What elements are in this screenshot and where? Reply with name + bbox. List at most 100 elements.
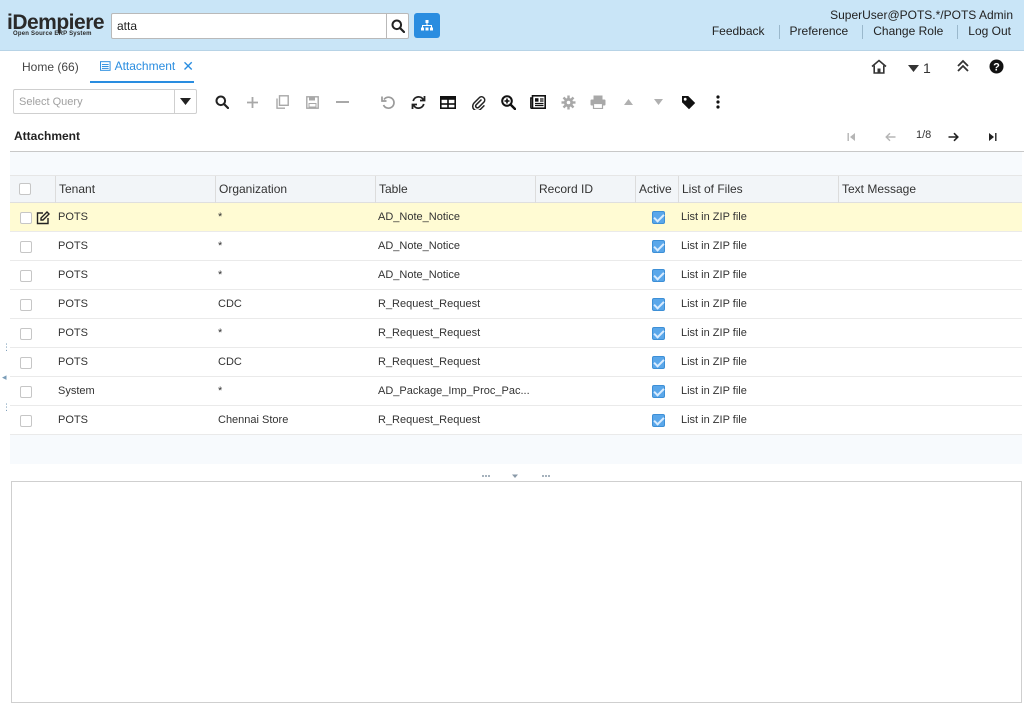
- preference-link[interactable]: Preference: [780, 25, 864, 39]
- close-icon[interactable]: ✕: [182, 58, 194, 75]
- zoom-across-button[interactable]: [499, 93, 517, 111]
- save-button[interactable]: [303, 93, 321, 111]
- cell-organization: *: [218, 269, 223, 281]
- caret-down-icon: [180, 98, 191, 105]
- cell-organization: CDC: [218, 356, 242, 368]
- global-search-input[interactable]: [112, 14, 387, 38]
- delete-button[interactable]: [333, 93, 351, 111]
- change-role-link[interactable]: Change Role: [863, 25, 959, 39]
- column-table[interactable]: Table: [375, 176, 535, 203]
- splitter-handle-icon: [482, 474, 550, 478]
- column-record-id[interactable]: Record ID: [535, 176, 635, 203]
- tab-attachment[interactable]: Attachment ✕: [90, 51, 194, 83]
- previous-page-button[interactable]: [885, 131, 896, 145]
- find-button[interactable]: [213, 93, 231, 111]
- collapse-button[interactable]: [956, 59, 970, 76]
- row-checkbox[interactable]: [20, 386, 32, 398]
- table-row[interactable]: POTS CDC R_Request_Request List in ZIP file: [10, 290, 1022, 319]
- cell-table: R_Request_Request: [378, 298, 481, 310]
- report-button[interactable]: [529, 93, 547, 111]
- more-options-button[interactable]: [709, 93, 727, 111]
- column-list-of-files[interactable]: List of Files: [678, 176, 838, 203]
- select-all-checkbox[interactable]: [19, 183, 31, 195]
- row-checkbox[interactable]: [20, 299, 32, 311]
- home-button[interactable]: [871, 59, 887, 77]
- arrow-right-icon: [948, 132, 959, 142]
- table-row[interactable]: POTS Chennai Store R_Request_Request List i…: [10, 406, 1022, 435]
- row-checkbox[interactable]: [20, 270, 32, 282]
- tab-attachment-label: Attachment: [114, 59, 176, 73]
- process-button[interactable]: [559, 93, 577, 111]
- menu-tree-button[interactable]: [414, 13, 440, 38]
- logout-link[interactable]: Log Out: [958, 25, 1024, 39]
- double-chevron-up-icon: [957, 59, 969, 72]
- last-page-button[interactable]: [988, 131, 997, 145]
- column-tenant[interactable]: Tenant: [55, 176, 215, 203]
- app-logo[interactable]: iDempiere Open Source ERP System: [7, 12, 107, 38]
- minus-icon: [335, 100, 349, 103]
- table-row[interactable]: POTS * AD_Note_Notice List in ZIP file: [10, 232, 1022, 261]
- cell-text-message: [838, 406, 1022, 434]
- detail-pane: [11, 481, 1022, 703]
- select-query[interactable]: Select Query: [13, 89, 197, 114]
- edit-icon[interactable]: [36, 211, 50, 225]
- sitemap-icon: [421, 20, 433, 31]
- search-button[interactable]: [386, 14, 408, 38]
- cell-tenant: POTS: [58, 298, 88, 310]
- west-collapse-icon[interactable]: ◂: [2, 372, 7, 383]
- new-record-button[interactable]: [243, 93, 261, 111]
- row-checkbox[interactable]: [20, 212, 32, 224]
- detail-splitter[interactable]: [10, 465, 1024, 481]
- column-text-message[interactable]: Text Message: [838, 176, 1022, 203]
- west-splitter-grip-icon[interactable]: ⋮: [2, 402, 11, 413]
- cell-text-message: [838, 261, 1022, 289]
- next-record-button[interactable]: [649, 93, 667, 111]
- open-windows-dropdown[interactable]: 1: [908, 60, 931, 76]
- cell-list-of-files: List in ZIP file: [681, 327, 747, 339]
- query-dropdown-button[interactable]: [174, 90, 196, 113]
- tag-button[interactable]: [679, 93, 697, 111]
- cell-list-of-files: List in ZIP file: [681, 414, 747, 426]
- table-row[interactable]: POTS CDC R_Request_Request List in ZIP file: [10, 348, 1022, 377]
- attachment-grid: Tenant Organization Table Record ID Acti…: [10, 152, 1022, 464]
- copy-icon: [275, 95, 289, 109]
- grid-title-row: Attachment 1/8: [0, 124, 1024, 150]
- select-query-placeholder: Select Query: [19, 96, 83, 108]
- window-icon: [100, 61, 111, 71]
- table-row[interactable]: System * AD_Package_Imp_Proc_Pac... List in…: [10, 377, 1022, 406]
- cell-table: R_Request_Request: [378, 327, 481, 339]
- active-checkbox: [652, 414, 665, 427]
- table-row[interactable]: POTS * AD_Note_Notice List in ZIP file: [10, 203, 1022, 232]
- cell-list-of-files: List in ZIP file: [681, 356, 747, 368]
- page-indicator: 1/8: [916, 129, 932, 141]
- copy-record-button[interactable]: [273, 93, 291, 111]
- help-button[interactable]: ?: [989, 59, 1004, 77]
- feedback-link[interactable]: Feedback: [712, 25, 780, 39]
- first-page-button[interactable]: [847, 131, 856, 145]
- cell-table: AD_Note_Notice: [378, 211, 460, 223]
- cell-organization: Chennai Store: [218, 414, 289, 426]
- table-row[interactable]: POTS * AD_Note_Notice List in ZIP file: [10, 261, 1022, 290]
- window-tabbar: Home (66) Attachment ✕ 1 ?: [0, 51, 1024, 84]
- west-splitter-grip-icon[interactable]: ⋮: [2, 342, 11, 353]
- column-organization[interactable]: Organization: [215, 176, 375, 203]
- refresh-button[interactable]: [409, 93, 427, 111]
- print-button[interactable]: [589, 93, 607, 111]
- row-checkbox[interactable]: [20, 241, 32, 253]
- row-checkbox[interactable]: [20, 328, 32, 340]
- table-row[interactable]: POTS * R_Request_Request List in ZIP file: [10, 319, 1022, 348]
- caret-up-icon: [623, 99, 633, 105]
- zoom-in-icon: [500, 94, 516, 110]
- undo-button[interactable]: [379, 93, 397, 111]
- next-page-button[interactable]: [948, 131, 959, 145]
- cell-list-of-files: List in ZIP file: [681, 211, 747, 223]
- attachment-button[interactable]: [469, 93, 487, 111]
- last-page-icon: [989, 133, 997, 141]
- row-checkbox[interactable]: [20, 415, 32, 427]
- column-active[interactable]: Active: [635, 176, 678, 203]
- row-checkbox[interactable]: [20, 357, 32, 369]
- active-checkbox: [652, 327, 665, 340]
- tab-home[interactable]: Home (66): [22, 60, 79, 74]
- previous-record-button[interactable]: [619, 93, 637, 111]
- toggle-grid-button[interactable]: [439, 93, 457, 111]
